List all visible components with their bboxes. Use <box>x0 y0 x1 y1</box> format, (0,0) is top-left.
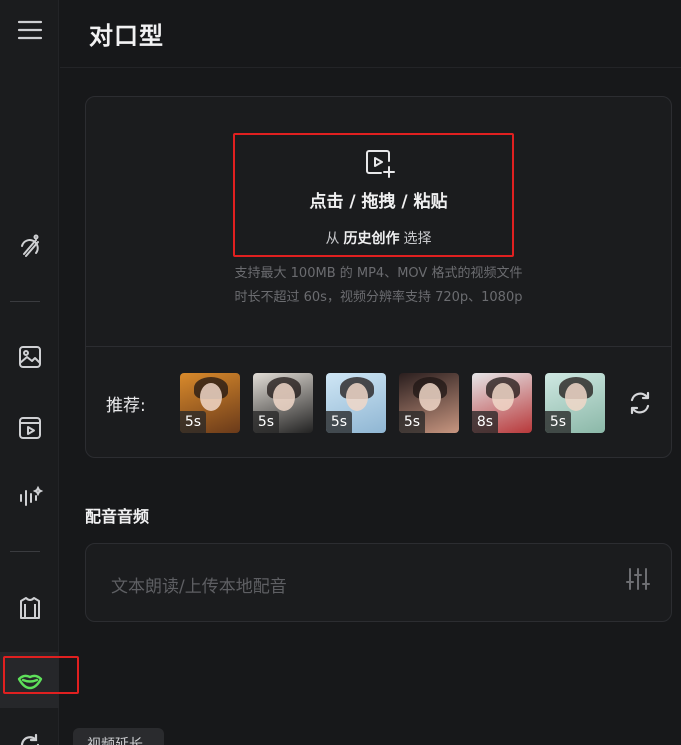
highlight-box-upload <box>233 133 514 257</box>
audio-wave-icon <box>19 485 43 506</box>
duration-badge: 5s <box>545 411 571 433</box>
sidebar-item-audio[interactable] <box>0 474 59 522</box>
sidebar-divider <box>10 551 40 552</box>
audio-section-title: 配音音频 <box>85 507 150 526</box>
duration-badge: 5s <box>253 411 279 433</box>
sidebar-item-image[interactable] <box>0 333 59 381</box>
recommend-thumbnail[interactable]: 8s <box>472 373 532 433</box>
thumbnail-portrait <box>565 383 587 411</box>
duration-badge: 5s <box>180 411 206 433</box>
magic-brush-icon <box>20 234 39 257</box>
upload-hint-line2: 时长不超过 60s，视频分辨率支持 720p、1080p <box>234 290 523 305</box>
shirt-icon <box>19 597 40 619</box>
recommend-thumbnail[interactable]: 5s <box>253 373 313 433</box>
upload-hint-line1: 支持最大 100MB 的 MP4、MOV 格式的视频文件 <box>234 266 523 281</box>
recommend-thumbnail[interactable]: 5s <box>399 373 459 433</box>
sidebar-item-outfit[interactable] <box>0 584 59 632</box>
refresh-icon[interactable] <box>626 389 654 417</box>
recommend-label: 推荐: <box>106 396 146 416</box>
highlight-box-sidebar <box>3 656 79 694</box>
audio-placeholder: 文本朗读/上传本地配音 <box>111 577 287 597</box>
video-icon <box>18 417 41 439</box>
sidebar-item-video[interactable] <box>0 404 59 452</box>
thumbnail-portrait <box>273 383 295 411</box>
thumbnail-portrait <box>492 383 514 411</box>
settings-sliders-icon[interactable] <box>625 566 651 592</box>
image-icon <box>18 346 41 368</box>
thumbnail-portrait <box>200 383 222 411</box>
recommend-thumbnail[interactable]: 5s <box>326 373 386 433</box>
upload-card: 点击 / 拖拽 / 粘贴 从历史创作 选择 支持最大 100MB 的 MP4、MO… <box>85 96 672 458</box>
recommend-row: 推荐: 5s 5s 5s 5s 8s 5s <box>86 347 671 459</box>
sidebar-item-rotate[interactable] <box>0 721 59 745</box>
upload-dropzone[interactable]: 点击 / 拖拽 / 粘贴 从历史创作 选择 支持最大 100MB 的 MP4、MO… <box>86 97 671 347</box>
page-title: 对口型 <box>89 22 164 50</box>
recommend-thumbnail[interactable]: 5s <box>180 373 240 433</box>
menu-icon <box>17 20 42 40</box>
page-header: 对口型 <box>60 0 681 68</box>
duration-badge: 5s <box>326 411 352 433</box>
video-extend-chip[interactable]: 视频延长 <box>73 728 164 745</box>
sidebar-divider <box>10 301 40 302</box>
rotate-icon <box>20 733 39 745</box>
recommend-thumbnail[interactable]: 5s <box>545 373 605 433</box>
menu-button[interactable] <box>0 6 59 54</box>
duration-badge: 8s <box>472 411 498 433</box>
thumbnail-portrait <box>346 383 368 411</box>
thumbnail-portrait <box>419 383 441 411</box>
sidebar <box>0 0 59 745</box>
audio-input[interactable]: 文本朗读/上传本地配音 <box>85 543 672 622</box>
sidebar-item-magic[interactable] <box>0 222 59 270</box>
duration-badge: 5s <box>399 411 425 433</box>
